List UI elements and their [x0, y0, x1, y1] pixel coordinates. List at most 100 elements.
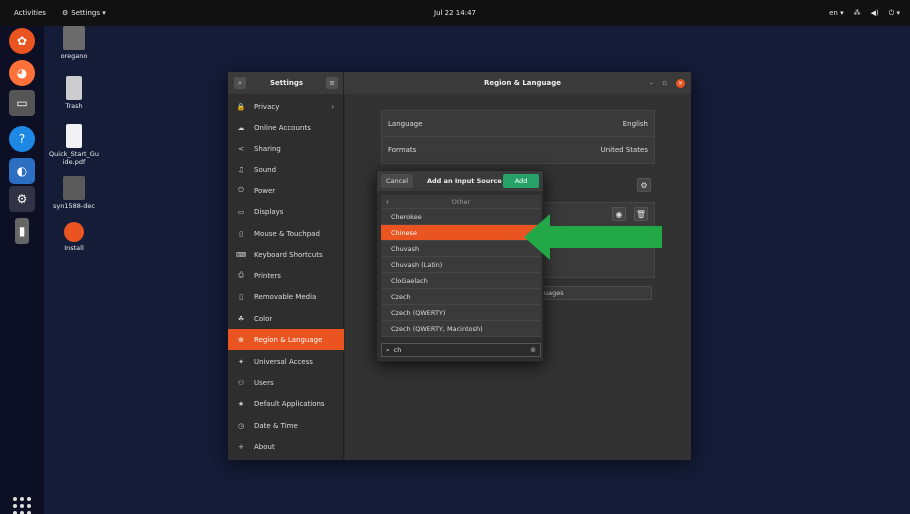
- sidebar-item-default-applications[interactable]: ★ Default Applications: [228, 393, 344, 414]
- minimize-icon[interactable]: –: [650, 79, 654, 87]
- dialog-header: Cancel Add an Input Source Add: [377, 171, 543, 191]
- language-indicator[interactable]: en ▾: [829, 9, 843, 17]
- globe-icon: ⊕: [238, 335, 244, 344]
- install-icon: [64, 222, 84, 242]
- plus-icon: +: [238, 442, 244, 451]
- help-icon[interactable]: ?: [9, 126, 35, 152]
- formats-row[interactable]: Formats United States: [382, 137, 654, 163]
- sidebar-item-sound[interactable]: ♫ Sound: [228, 159, 344, 180]
- list-item[interactable]: Czech (QWERTY): [381, 305, 541, 321]
- sidebar-item-universal-access[interactable]: ✦ Universal Access: [228, 351, 344, 372]
- sidebar-item-sharing[interactable]: < Sharing: [228, 138, 344, 159]
- input-source-list: ‹ Other Cherokee Chinese Chuvash Chuvash…: [381, 195, 541, 337]
- search-input[interactable]: ⌕ ch ⊗: [381, 343, 541, 357]
- trash-icon: [66, 76, 82, 100]
- sidebar-item-date-time[interactable]: ◷ Date & Time: [228, 415, 344, 436]
- back-row-label: Other: [451, 197, 471, 206]
- sidebar-item-region-language[interactable]: ⊕ Region & Language: [228, 329, 344, 350]
- install-languages-button[interactable]: uages: [537, 286, 652, 300]
- clock-icon: ◷: [237, 421, 245, 430]
- list-item[interactable]: Czech (QWERTY, Macintosh): [381, 321, 541, 337]
- music-note-icon: ♫: [237, 165, 245, 174]
- sidebar-item-privacy[interactable]: 🔒 Privacy ›: [228, 96, 344, 117]
- sidebar-item-displays[interactable]: ▭ Displays: [228, 201, 344, 222]
- sidebar-title: Settings: [270, 79, 304, 87]
- usb-drive-icon[interactable]: ▮: [15, 218, 29, 244]
- keyboard-icon: ⌨: [236, 250, 247, 259]
- lock-icon: 🔒: [236, 102, 246, 111]
- display-icon: ▭: [237, 207, 245, 216]
- power-icon: ⏻: [238, 186, 244, 194]
- sidebar-item-about[interactable]: + About: [228, 436, 344, 457]
- add-button[interactable]: Add: [503, 174, 539, 188]
- sidebar-item-printers[interactable]: ⎙ Printers: [228, 265, 344, 286]
- share-icon: <: [238, 144, 244, 153]
- sidebar-item-users[interactable]: ⚇ Users: [228, 372, 344, 393]
- desktop-item-install[interactable]: Install: [44, 222, 104, 252]
- language-row[interactable]: Language English: [382, 111, 654, 137]
- color-icon: ☘: [237, 314, 245, 323]
- list-item[interactable]: CloGaelach: [381, 273, 541, 289]
- desktop-item-oregano[interactable]: oregano: [44, 26, 104, 60]
- system-tray[interactable]: en ▾ ⁂ ◀) ⏻ ▾: [829, 9, 900, 18]
- star-icon: ★: [237, 399, 245, 408]
- sidebar-item-color[interactable]: ☘ Color: [228, 308, 344, 329]
- desktop-item-syn1588[interactable]: syn1588-dec: [44, 176, 104, 210]
- show-applications-icon[interactable]: [12, 496, 32, 514]
- sidebar: 🔒 Privacy › ☁ Online Accounts < Sharing …: [228, 94, 344, 460]
- app-menu[interactable]: ⚙ Settings ▾: [62, 9, 106, 17]
- list-item[interactable]: Chuvash: [381, 241, 541, 257]
- dialog-title: Add an Input Source: [427, 177, 502, 185]
- list-item[interactable]: Czech: [381, 289, 541, 305]
- pdf-file-icon: [66, 124, 82, 148]
- sidebar-item-mouse-touchpad[interactable]: ▯ Mouse & Touchpad: [228, 223, 344, 244]
- top-bar: Activities ⚙ Settings ▾ Jul 22 14:47 en …: [0, 0, 910, 26]
- gear-icon: ⚙: [62, 9, 69, 17]
- desktop-item-trash[interactable]: Trash: [44, 76, 104, 110]
- ubuntu-software-icon[interactable]: ✿: [9, 28, 35, 54]
- desktop-item-pdf[interactable]: Quick_Start_Gu ide.pdf: [44, 124, 104, 166]
- files-icon[interactable]: ▭: [9, 90, 35, 116]
- sidebar-item-online-accounts[interactable]: ☁ Online Accounts: [228, 117, 344, 138]
- mouse-icon: ▯: [239, 229, 243, 238]
- accessibility-icon: ✦: [238, 357, 244, 366]
- volume-icon[interactable]: ◀): [871, 9, 879, 17]
- sidebar-item-removable-media[interactable]: ▯ Removable Media: [228, 286, 344, 307]
- language-formats-card: Language English Formats United States: [381, 110, 655, 164]
- clock[interactable]: Jul 22 14:47: [434, 9, 476, 17]
- list-item-selected[interactable]: Chinese: [381, 225, 541, 241]
- annotation-arrow-icon: [524, 214, 662, 260]
- app-launcher-icon[interactable]: ◐: [9, 158, 35, 184]
- chevron-right-icon: ›: [331, 102, 334, 111]
- menu-icon[interactable]: ≡: [326, 77, 338, 89]
- close-icon[interactable]: ×: [676, 78, 685, 88]
- title-bar: ⌕ ≡ Settings Region & Language – ▫ ×: [228, 72, 691, 94]
- network-icon[interactable]: ⁂: [854, 9, 861, 17]
- printer-icon: ⎙: [238, 271, 244, 279]
- search-icon: ⌕: [386, 345, 390, 354]
- media-icon: ▯: [239, 292, 243, 301]
- list-item[interactable]: Chuvash (Latin): [381, 257, 541, 273]
- activities-button[interactable]: Activities: [14, 9, 46, 17]
- cloud-icon: ☁: [237, 123, 245, 132]
- list-item[interactable]: Cherokee: [381, 209, 541, 225]
- input-source-options-icon[interactable]: ⚙: [637, 178, 651, 192]
- power-icon[interactable]: ⏻ ▾: [889, 9, 900, 18]
- add-input-source-dialog: Cancel Add an Input Source Add ‹ Other C…: [376, 170, 544, 362]
- search-icon[interactable]: ⌕: [234, 77, 246, 89]
- sidebar-item-power[interactable]: ⏻ Power: [228, 180, 344, 201]
- dock: ✿ ◕ ▭ ? ◐ ⚙ ▮: [0, 26, 44, 514]
- maximize-icon[interactable]: ▫: [662, 79, 667, 87]
- settings-icon[interactable]: ⚙: [9, 186, 35, 212]
- cancel-button[interactable]: Cancel: [381, 174, 413, 188]
- page-title: Region & Language: [484, 79, 561, 87]
- sidebar-item-keyboard-shortcuts[interactable]: ⌨ Keyboard Shortcuts: [228, 244, 344, 265]
- window-controls: – ▫ ×: [650, 78, 685, 88]
- clear-icon[interactable]: ⊗: [530, 346, 536, 354]
- users-icon: ⚇: [237, 378, 245, 387]
- home-folder-icon: [63, 26, 85, 50]
- back-row[interactable]: ‹ Other: [381, 195, 541, 209]
- firefox-icon[interactable]: ◕: [9, 60, 35, 86]
- search-value: ch: [393, 346, 402, 354]
- folder-icon: [63, 176, 85, 200]
